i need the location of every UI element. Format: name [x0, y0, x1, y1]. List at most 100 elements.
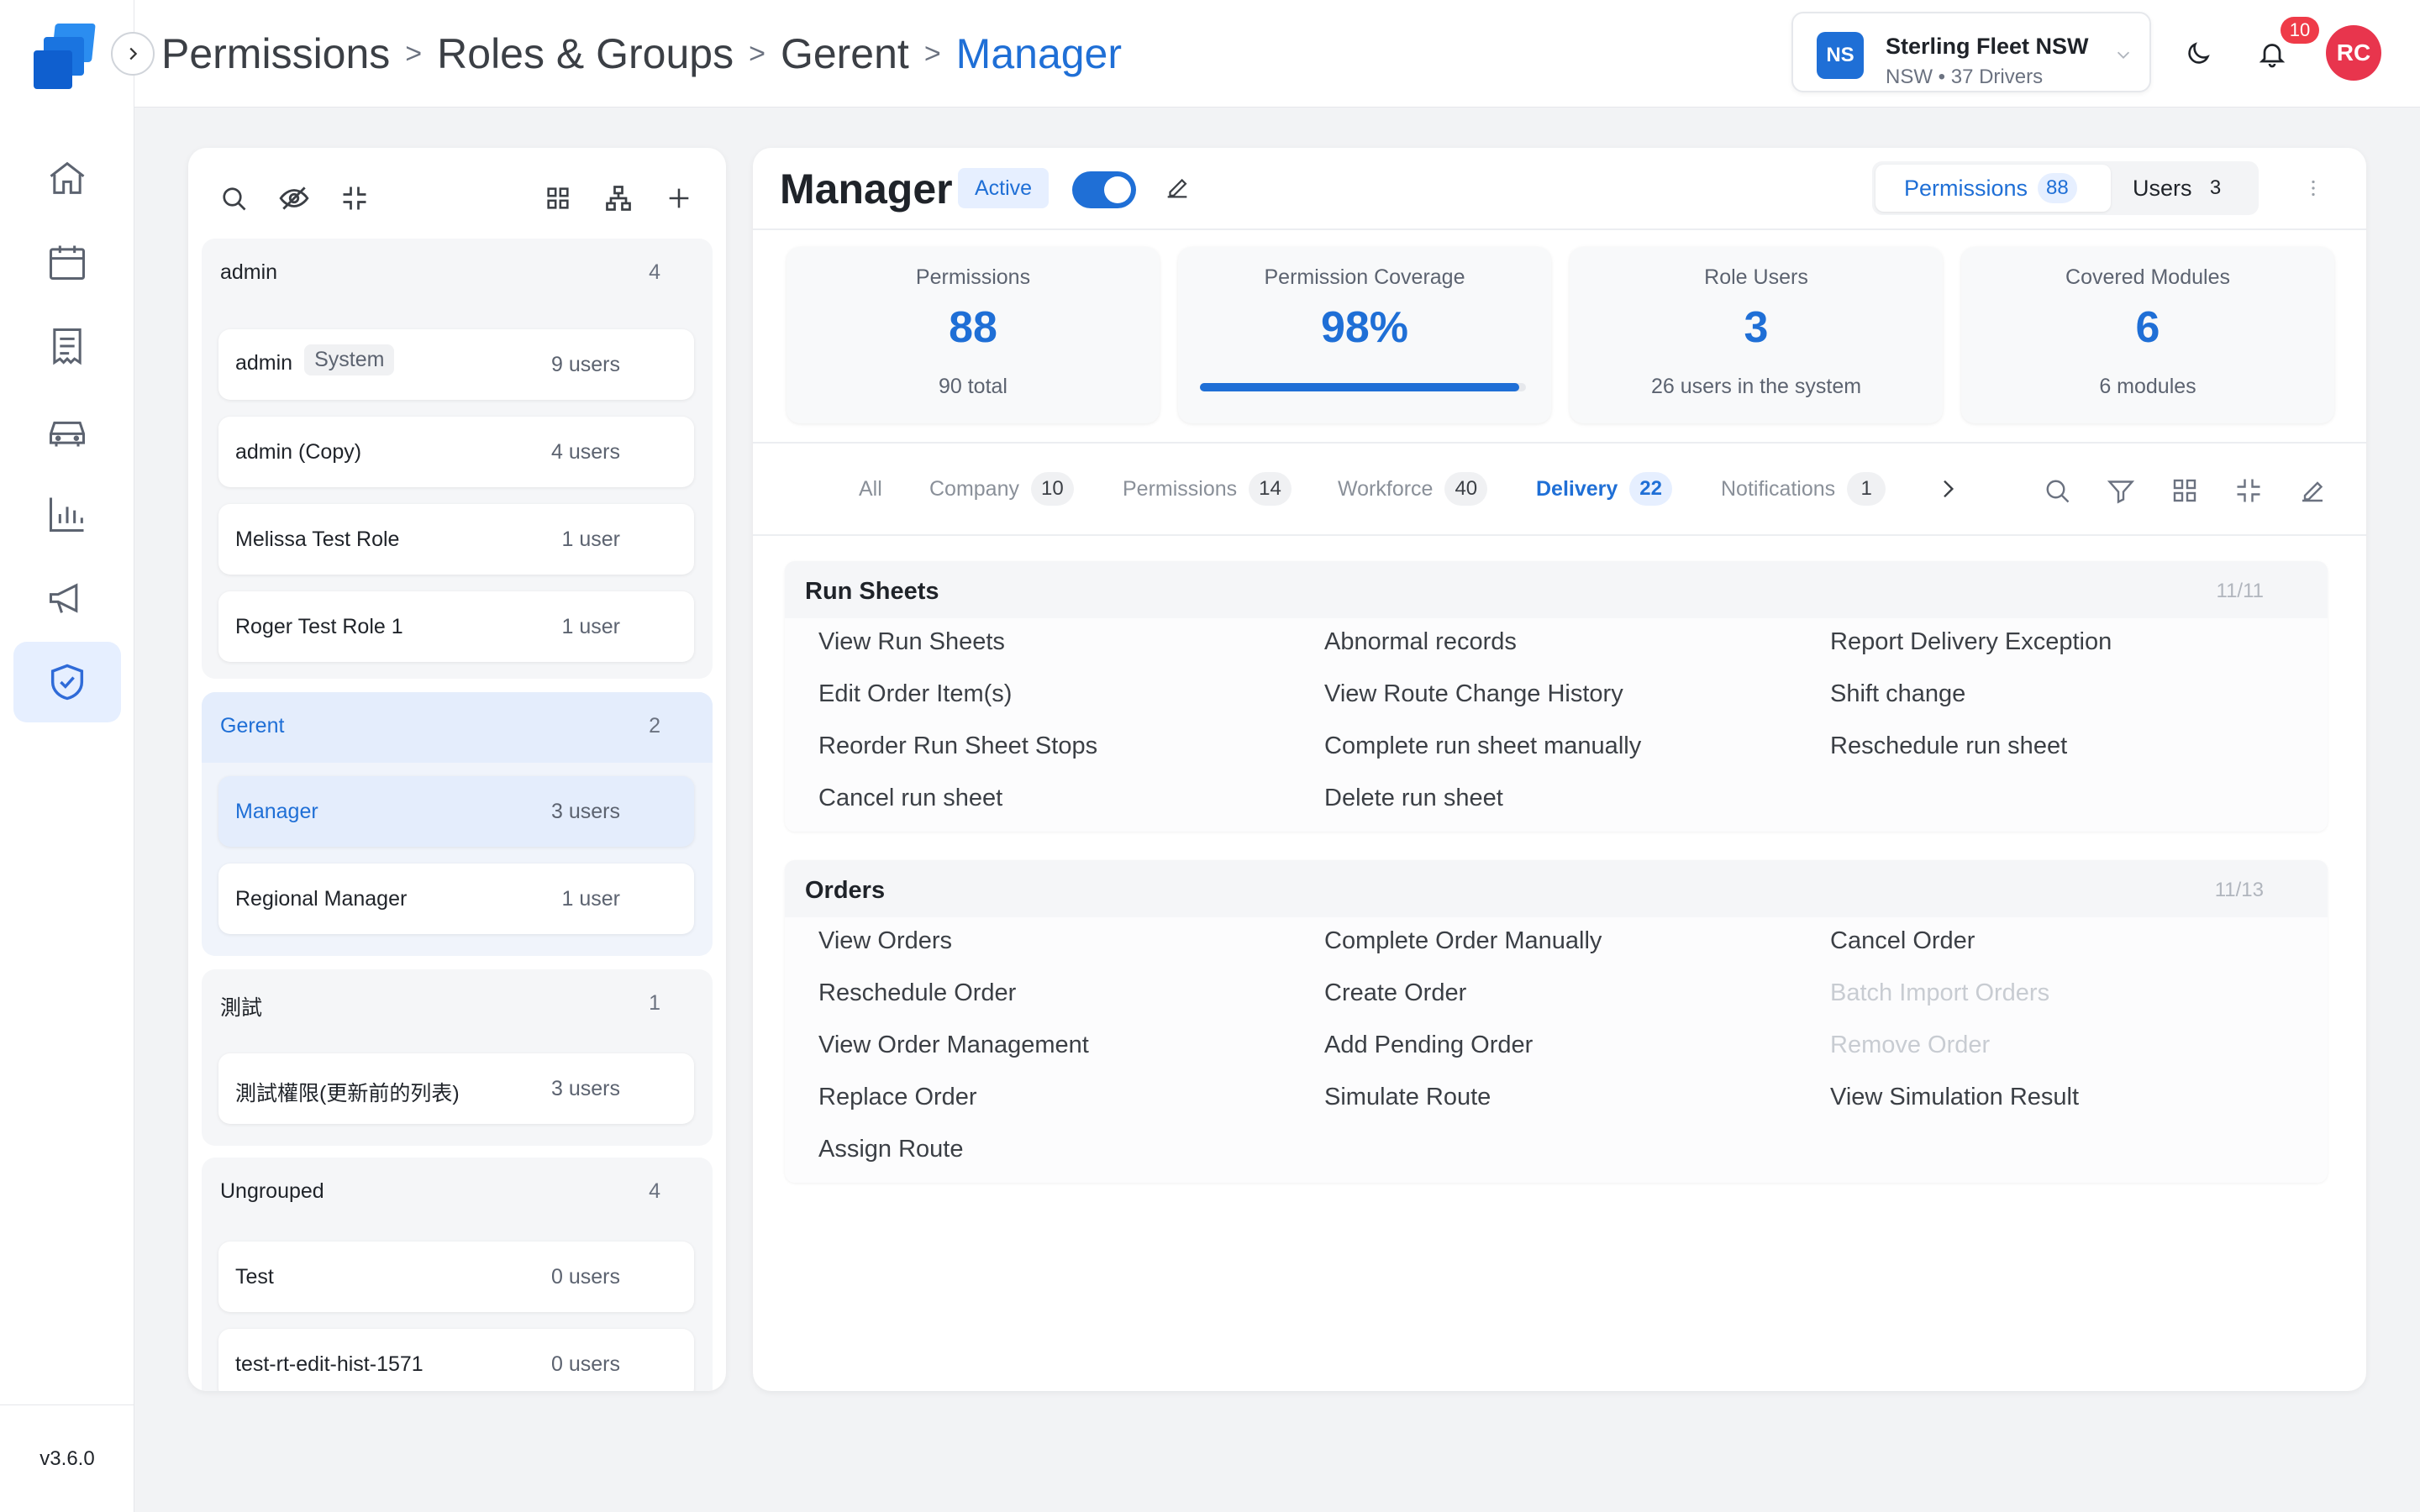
section-header[interactable]: Run Sheets 11/11	[785, 561, 2328, 618]
permission-item[interactable]: Replace Order	[818, 1084, 977, 1111]
org-avatar: NS	[1817, 32, 1864, 79]
collapse-sections-button[interactable]	[2233, 475, 2264, 506]
stat-value: 6	[2135, 303, 2160, 352]
permission-item[interactable]: Reschedule run sheet	[1830, 732, 2067, 760]
tab-company[interactable]: Company 10	[929, 467, 1074, 511]
group-header[interactable]: admin 4	[202, 239, 713, 309]
breadcrumb-permissions[interactable]: Permissions	[161, 29, 390, 78]
tab-permissions[interactable]: Permissions 14	[1123, 467, 1292, 511]
tab-count: 1	[1847, 472, 1886, 506]
role-item[interactable]: test-rt-edit-hist-1571 0 users	[218, 1329, 694, 1391]
collapse-all-button[interactable]	[331, 175, 378, 222]
nav-vehicles[interactable]	[13, 390, 121, 470]
divider	[753, 534, 2366, 536]
permission-item[interactable]: Assign Route	[818, 1136, 964, 1163]
status-badge: Active	[958, 168, 1050, 208]
role-item[interactable]: 測試權限(更新前的列表) 3 users	[218, 1053, 694, 1124]
segment-users[interactable]: Users 3	[2116, 165, 2255, 212]
group-header[interactable]: 測試 1	[202, 969, 713, 1040]
nav-reports[interactable]	[13, 474, 121, 554]
permission-item[interactable]: Cancel Order	[1830, 927, 1975, 955]
permission-item[interactable]: Reschedule Order	[818, 979, 1016, 1007]
group-header[interactable]: Ungrouped 4	[202, 1158, 713, 1228]
more-vertical-icon	[2312, 180, 2315, 197]
permission-item[interactable]: View Run Sheets	[818, 628, 1005, 656]
permission-item[interactable]: Reorder Run Sheet Stops	[818, 732, 1097, 760]
group-count: 4	[649, 1179, 660, 1203]
permission-item[interactable]: View Orders	[818, 927, 952, 955]
user-avatar[interactable]: RC	[2326, 25, 2381, 81]
permission-item[interactable]: Report Delivery Exception	[1830, 628, 2112, 656]
permission-item[interactable]: View Route Change History	[1324, 680, 1623, 708]
permission-item[interactable]: Shift change	[1830, 680, 1965, 708]
section-header[interactable]: Orders 11/13	[785, 860, 2328, 917]
chevron-down-icon	[2114, 45, 2133, 64]
nav-calendar[interactable]	[13, 222, 121, 302]
app-version: v3.6.0	[0, 1404, 134, 1512]
permission-item[interactable]: Create Order	[1324, 979, 1466, 1007]
tabs-scroll-right-button[interactable]	[1934, 475, 1961, 502]
tab-count: 22	[1629, 472, 1672, 506]
search-permissions-button[interactable]	[2042, 475, 2072, 506]
edit-role-button[interactable]	[1163, 173, 1192, 202]
role-active-toggle[interactable]	[1072, 171, 1136, 208]
group-name: admin	[220, 260, 278, 284]
search-icon	[2046, 480, 2070, 503]
permission-item[interactable]: View Order Management	[818, 1032, 1089, 1059]
search-button[interactable]	[210, 175, 257, 222]
role-item[interactable]: Test 0 users	[218, 1242, 694, 1312]
role-user-count: 1 user	[561, 887, 620, 911]
group-name: 測試	[220, 996, 263, 1020]
permission-item[interactable]: View Simulation Result	[1830, 1084, 2079, 1111]
group-header[interactable]: Gerent 2	[202, 692, 713, 763]
grid-view-button[interactable]	[534, 175, 581, 222]
permission-item[interactable]: Cancel run sheet	[818, 785, 1002, 812]
tab-all[interactable]: All	[859, 467, 882, 511]
segment-permissions[interactable]: Permissions 88	[1876, 165, 2111, 212]
filter-button[interactable]	[2106, 475, 2136, 506]
role-item[interactable]: Melissa Test Role 1 user	[218, 504, 694, 575]
permission-item[interactable]: Add Pending Order	[1324, 1032, 1533, 1059]
chevron-right-icon	[129, 47, 138, 60]
tab-workforce[interactable]: Workforce 40	[1338, 467, 1488, 511]
role-item[interactable]: admin System 9 users	[218, 329, 694, 400]
role-item[interactable]: Regional Manager 1 user	[218, 864, 694, 934]
role-item[interactable]: Roger Test Role 1 1 user	[218, 591, 694, 662]
role-item[interactable]: admin (Copy) 4 users	[218, 417, 694, 487]
theme-toggle-button[interactable]	[2178, 34, 2218, 74]
permission-item[interactable]: Complete Order Manually	[1324, 927, 1602, 955]
more-options-button[interactable]	[2301, 171, 2326, 205]
nav-permissions[interactable]	[13, 642, 121, 722]
tab-delivery[interactable]: Delivery 22	[1536, 467, 1672, 511]
grid-layout-button[interactable]	[2170, 475, 2200, 506]
permission-item[interactable]: Abnormal records	[1324, 628, 1517, 656]
role-item-selected[interactable]: Manager 3 users	[218, 776, 694, 847]
hierarchy-view-button[interactable]	[595, 175, 642, 222]
tab-notifications[interactable]: Notifications 1	[1721, 467, 1886, 511]
group-count: 4	[649, 260, 660, 284]
permission-item-disabled[interactable]: Remove Order	[1830, 1032, 1990, 1059]
edit-permissions-button[interactable]	[2297, 475, 2328, 506]
permission-item[interactable]: Simulate Route	[1324, 1084, 1491, 1111]
breadcrumb-roles-groups[interactable]: Roles & Groups	[437, 29, 734, 78]
stat-card-modules: Covered Modules 6 6 modules	[1961, 247, 2334, 423]
permission-item[interactable]: Edit Order Item(s)	[818, 680, 1012, 708]
segment-count: 3	[2209, 176, 2222, 199]
permission-item[interactable]: Complete run sheet manually	[1324, 732, 1641, 760]
add-role-button[interactable]	[655, 175, 702, 222]
nav-home[interactable]	[13, 138, 121, 218]
toggle-hidden-button[interactable]	[271, 175, 318, 222]
organization-switcher[interactable]: NS Sterling Fleet NSW NSW • 37 Drivers	[1791, 12, 2151, 92]
sidebar-expand-button[interactable]	[111, 32, 155, 76]
stat-card-role-users: Role Users 3 26 users in the system	[1570, 247, 1943, 423]
nav-announcements[interactable]	[13, 558, 121, 638]
app-logo[interactable]	[30, 22, 104, 94]
grid-icon	[2173, 479, 2196, 502]
nav-documents[interactable]	[13, 306, 121, 386]
permission-item-disabled[interactable]: Batch Import Orders	[1830, 979, 2049, 1007]
permission-item[interactable]: Delete run sheet	[1324, 785, 1503, 812]
stat-subtext: 6 modules	[2099, 375, 2196, 398]
role-user-count: 3 users	[551, 1077, 620, 1100]
breadcrumb-gerent[interactable]: Gerent	[781, 29, 909, 78]
stat-subtext: 26 users in the system	[1650, 375, 1862, 398]
